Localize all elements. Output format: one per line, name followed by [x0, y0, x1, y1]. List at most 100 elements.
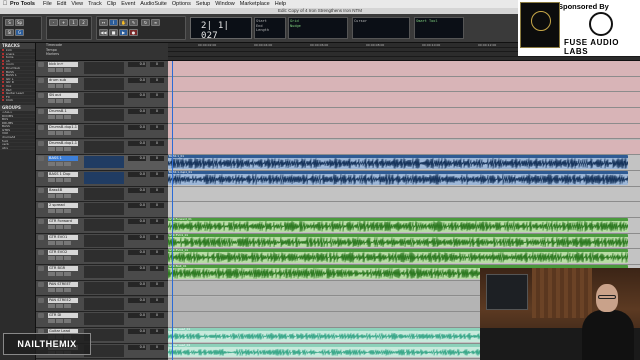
- record-icon[interactable]: ●: [129, 29, 138, 36]
- track-name[interactable]: Bass4B: [48, 187, 78, 193]
- track-name[interactable]: kick in+: [48, 62, 78, 67]
- mute-button[interactable]: [56, 209, 63, 214]
- record-enable-button[interactable]: [38, 281, 44, 287]
- record-enable-button[interactable]: [38, 124, 44, 130]
- track-pan[interactable]: 0: [150, 77, 164, 83]
- track-header[interactable]: PAN STREE2 0.0 0: [36, 296, 168, 313]
- track-pan[interactable]: 0: [150, 62, 164, 67]
- track-name[interactable]: drum sub: [48, 77, 78, 83]
- main-counter[interactable]: 2| 1| 027: [190, 17, 252, 41]
- view-selector[interactable]: [64, 193, 71, 198]
- track-name[interactable]: 2 spread: [48, 203, 78, 209]
- track-pan[interactable]: 0: [150, 297, 164, 303]
- solo-button[interactable]: [48, 115, 55, 120]
- solo-button[interactable]: [48, 287, 55, 292]
- secondary-counter[interactable]: Smart Tool: [414, 17, 464, 39]
- track-lane[interactable]: [168, 186, 640, 203]
- track-lane[interactable]: [168, 123, 640, 140]
- track-header[interactable]: drum sub 0.0 0: [36, 76, 168, 93]
- view-selector[interactable]: [64, 177, 71, 182]
- record-enable-button[interactable]: [38, 187, 44, 193]
- record-enable-button[interactable]: [38, 109, 44, 115]
- menu-clip[interactable]: Clip: [107, 1, 121, 7]
- record-enable-button[interactable]: [38, 234, 44, 240]
- solo-button[interactable]: [48, 319, 55, 324]
- pencil-tool-icon[interactable]: ✎: [129, 19, 138, 26]
- track-lane[interactable]: BASS 1_01: [168, 155, 640, 171]
- audio-clip[interactable]: GTR EVO1_01: [168, 233, 628, 248]
- view-selector[interactable]: [64, 287, 71, 292]
- track-volume[interactable]: 0.0: [128, 219, 146, 224]
- track-visibility-icon[interactable]: [2, 99, 4, 102]
- track-lane[interactable]: [168, 139, 640, 156]
- track-header[interactable]: GTR Forward 0.0 0: [36, 218, 168, 234]
- track-pan[interactable]: 0: [150, 109, 164, 115]
- track-header[interactable]: 2 spread 0.0 0: [36, 202, 168, 218]
- audio-clip[interactable]: GTR Forward_01: [168, 218, 628, 232]
- audio-clip[interactable]: BASS 1.dup1_01: [168, 170, 628, 185]
- mute-button[interactable]: [56, 130, 63, 135]
- zoom-in-button[interactable]: +: [59, 19, 68, 26]
- view-selector[interactable]: [64, 319, 71, 324]
- track-pan[interactable]: 0: [150, 250, 164, 256]
- track-volume[interactable]: 0.0: [128, 297, 146, 303]
- inserts-io[interactable]: [84, 250, 124, 263]
- menu-window[interactable]: Window: [215, 1, 240, 7]
- mute-button[interactable]: [56, 256, 63, 261]
- track-visibility-icon[interactable]: [2, 95, 4, 98]
- track-name[interactable]: GTR DI: [48, 313, 78, 319]
- track-volume[interactable]: 0.0: [128, 250, 146, 256]
- track-name[interactable]: BASS 1: [48, 156, 78, 162]
- solo-button[interactable]: [48, 68, 55, 72]
- track-visibility-icon[interactable]: [2, 52, 4, 55]
- selection-display[interactable]: Start End Length: [254, 17, 286, 39]
- track-volume[interactable]: 0.0: [128, 266, 146, 272]
- track-volume[interactable]: 0.0: [128, 234, 146, 240]
- track-visibility-icon[interactable]: [2, 49, 4, 51]
- inserts-io[interactable]: [84, 234, 124, 247]
- track-volume[interactable]: 0.0: [128, 124, 146, 130]
- track-lane[interactable]: GTR EVO1_01: [168, 233, 640, 250]
- track-pan[interactable]: 0: [150, 219, 164, 224]
- inserts-io[interactable]: [84, 77, 124, 90]
- grabber-tool-icon[interactable]: ✋: [119, 19, 128, 26]
- grid-button[interactable]: G: [15, 29, 24, 36]
- track-volume[interactable]: 0.0: [128, 156, 146, 162]
- inserts-io[interactable]: [84, 281, 124, 294]
- record-enable-button[interactable]: [38, 313, 44, 319]
- mute-button[interactable]: [56, 99, 63, 104]
- inserts-io[interactable]: [84, 171, 124, 184]
- view-selector[interactable]: [64, 240, 71, 245]
- zoom-preset-button-2[interactable]: 2: [79, 19, 88, 26]
- link-icon[interactable]: ∞: [151, 19, 160, 26]
- apple-icon[interactable]: : [0, 1, 10, 7]
- menu-marketplace[interactable]: Marketplace: [240, 1, 275, 7]
- solo-button[interactable]: [48, 209, 55, 214]
- track-pan[interactable]: 0: [150, 234, 164, 240]
- mute-button[interactable]: [56, 146, 63, 151]
- view-selector[interactable]: [64, 115, 71, 120]
- track-header[interactable]: BASS 1 0.0 0: [36, 155, 168, 171]
- track-name[interactable]: PAN STREE2: [48, 297, 78, 303]
- inserts-io[interactable]: [84, 109, 124, 122]
- track-header[interactable]: Bass4B 0.0 0: [36, 186, 168, 203]
- solo-button[interactable]: [48, 83, 55, 88]
- track-lane[interactable]: [168, 202, 640, 218]
- track-name[interactable]: GTR EVO1: [48, 234, 78, 240]
- track-header[interactable]: GTR EVO2 0.0 0: [36, 249, 168, 266]
- view-selector[interactable]: [64, 99, 71, 104]
- solo-button[interactable]: [48, 162, 55, 167]
- mute-button[interactable]: [56, 272, 63, 277]
- zoom-out-button[interactable]: -: [49, 19, 58, 26]
- record-enable-button[interactable]: [38, 297, 44, 303]
- record-enable-button[interactable]: [38, 93, 44, 99]
- solo-button[interactable]: [48, 240, 55, 245]
- menu-audiosuite[interactable]: AudioSuite: [140, 1, 172, 7]
- track-pan[interactable]: 0: [150, 313, 164, 319]
- mute-button[interactable]: [56, 177, 63, 182]
- track-pan[interactable]: 0: [150, 93, 164, 99]
- track-visibility-icon[interactable]: [2, 77, 4, 80]
- inserts-io[interactable]: [84, 62, 124, 74]
- audio-clip[interactable]: GTR EVO2_01: [168, 249, 628, 264]
- record-enable-button[interactable]: [38, 266, 44, 272]
